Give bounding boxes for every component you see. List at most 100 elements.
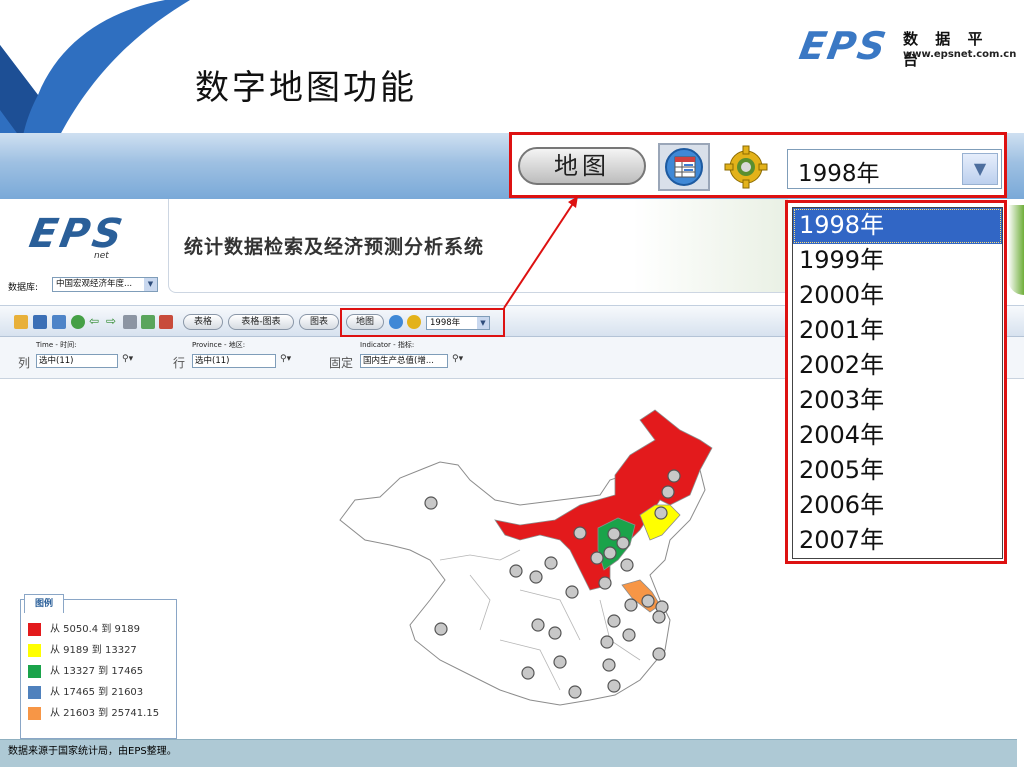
map-marker bbox=[509, 564, 523, 578]
legend-title: 图例 bbox=[24, 594, 64, 613]
chart-button[interactable]: 图表 bbox=[299, 314, 339, 330]
map-marker bbox=[652, 647, 666, 661]
year-option[interactable]: 2004年 bbox=[793, 418, 1002, 454]
chart-export-icon[interactable] bbox=[159, 315, 173, 329]
map-marker bbox=[607, 679, 621, 693]
chevron-down-icon[interactable]: ▼ bbox=[962, 153, 998, 185]
indicator-filter-input[interactable]: 国内生产总值(增... bbox=[360, 354, 448, 368]
time-filter-label: Time - 时间: bbox=[36, 341, 77, 349]
year-option[interactable]: 2005年 bbox=[793, 453, 1002, 489]
map-marker bbox=[607, 614, 621, 628]
map-marker bbox=[654, 506, 668, 520]
year-dropdown-panel: 1998年 1999年 2000年 2001年 2002年 2003年 2004… bbox=[792, 207, 1003, 559]
table-chart-button[interactable]: 表格-图表 bbox=[228, 314, 294, 330]
legend-label: 从 5050.4 到 9189 bbox=[50, 624, 140, 635]
save-icon[interactable] bbox=[33, 315, 47, 329]
legend-label: 从 9189 到 13327 bbox=[50, 645, 137, 656]
year-option[interactable]: 2001年 bbox=[793, 313, 1002, 349]
zoom-year-value: 1998年 bbox=[798, 161, 880, 187]
province-filter-input[interactable]: 选中(11) bbox=[192, 354, 276, 368]
callout-arrow bbox=[503, 196, 578, 309]
refresh-icon[interactable] bbox=[71, 315, 85, 329]
toolbar-highlight-box bbox=[340, 308, 505, 337]
map-marker bbox=[600, 635, 614, 649]
map-marker bbox=[603, 546, 617, 560]
export-icon[interactable] bbox=[141, 315, 155, 329]
legend-swatch bbox=[28, 665, 41, 678]
table-button[interactable]: 表格 bbox=[183, 314, 223, 330]
indicator-filter-label: Indicator - 指标: bbox=[360, 341, 415, 349]
brand-url: www.epsnet.com.cn bbox=[903, 49, 1017, 60]
map-marker bbox=[531, 618, 545, 632]
map-marker bbox=[667, 469, 681, 483]
legend-swatch bbox=[28, 623, 41, 636]
print-icon[interactable] bbox=[123, 315, 137, 329]
table-view-icon[interactable] bbox=[658, 143, 710, 191]
banner-decoration bbox=[1008, 205, 1024, 295]
zoom-map-button[interactable]: 地图 bbox=[518, 147, 646, 185]
year-option[interactable]: 1999年 bbox=[793, 243, 1002, 279]
year-option[interactable]: 2006年 bbox=[793, 488, 1002, 524]
database-label: 数据库: bbox=[8, 283, 39, 293]
map-marker bbox=[641, 594, 655, 608]
year-option[interactable]: 2000年 bbox=[793, 278, 1002, 314]
legend-label: 从 17465 到 21603 bbox=[50, 687, 144, 698]
province-filter-prefix: 行 bbox=[173, 356, 186, 370]
year-option[interactable]: 1998年 bbox=[793, 208, 1002, 244]
legend-label: 从 21603 到 25741.15 bbox=[50, 708, 160, 719]
china-map[interactable] bbox=[320, 380, 730, 720]
map-marker bbox=[652, 610, 666, 624]
map-marker bbox=[521, 666, 535, 680]
map-marker bbox=[548, 626, 562, 640]
year-option[interactable]: 2002年 bbox=[793, 348, 1002, 384]
map-marker bbox=[598, 576, 612, 590]
chevron-down-icon[interactable]: ▼ bbox=[144, 278, 157, 291]
map-marker bbox=[602, 658, 616, 672]
map-marker bbox=[568, 685, 582, 699]
map-marker bbox=[529, 570, 543, 584]
forward-arrow-icon[interactable]: ⇨ bbox=[106, 315, 120, 329]
legend-swatch bbox=[28, 686, 41, 699]
year-dropdown-list: 1998年 1999年 2000年 2001年 2002年 2003年 2004… bbox=[785, 200, 1007, 564]
zoomed-toolbar-highlight: 地图 1998年 ▼ bbox=[509, 132, 1007, 198]
map-marker bbox=[590, 551, 604, 565]
map-marker bbox=[544, 556, 558, 570]
map-marker bbox=[620, 558, 634, 572]
province-filter-search-icon[interactable]: ⚲▾ bbox=[280, 354, 291, 364]
year-option[interactable]: 2003年 bbox=[793, 383, 1002, 419]
map-marker bbox=[424, 496, 438, 510]
map-marker bbox=[661, 485, 675, 499]
app-logo: EPS bbox=[25, 211, 129, 257]
status-text: 数据来源于国家统计局，由EPS整理。 bbox=[8, 746, 177, 757]
open-folder-icon[interactable] bbox=[14, 315, 28, 329]
province-filter-label: Province - 地区: bbox=[192, 341, 246, 349]
indicator-filter-prefix: 固定 bbox=[329, 356, 354, 370]
indicator-filter-search-icon[interactable]: ⚲▾ bbox=[452, 354, 463, 364]
map-marker bbox=[607, 527, 621, 541]
brand-logo-mark: EPS bbox=[796, 24, 892, 68]
map-marker bbox=[624, 598, 638, 612]
database-select[interactable]: 中国宏观经济年度... ▼ bbox=[52, 277, 158, 292]
database-value: 中国宏观经济年度... bbox=[56, 279, 133, 289]
legend-label: 从 13327 到 17465 bbox=[50, 666, 144, 677]
time-filter-search-icon[interactable]: ⚲▾ bbox=[122, 354, 133, 364]
back-arrow-icon[interactable]: ⇦ bbox=[89, 315, 103, 329]
time-filter-input[interactable]: 选中(11) bbox=[36, 354, 118, 368]
zoom-year-select[interactable]: 1998年 ▼ bbox=[787, 149, 1002, 189]
slide-title: 数字地图功能 bbox=[195, 68, 417, 108]
app-logo-sub: net bbox=[94, 251, 109, 261]
legend-swatch bbox=[28, 644, 41, 657]
app-title: 统计数据检索及经济预测分析系统 bbox=[184, 236, 485, 258]
legend-swatch bbox=[28, 707, 41, 720]
status-bar: 数据来源于国家统计局，由EPS整理。 bbox=[0, 739, 1017, 767]
map-marker bbox=[434, 622, 448, 636]
year-option[interactable]: 2007年 bbox=[793, 523, 1002, 559]
map-marker bbox=[553, 655, 567, 669]
map-marker bbox=[622, 628, 636, 642]
save-as-icon[interactable] bbox=[52, 315, 66, 329]
map-marker bbox=[616, 536, 630, 550]
map-marker bbox=[573, 526, 587, 540]
brand-logo: EPS 数 据 平 台 www.epsnet.com.cn bbox=[796, 22, 1016, 82]
settings-gear-icon[interactable] bbox=[724, 145, 768, 189]
map-marker bbox=[565, 585, 579, 599]
